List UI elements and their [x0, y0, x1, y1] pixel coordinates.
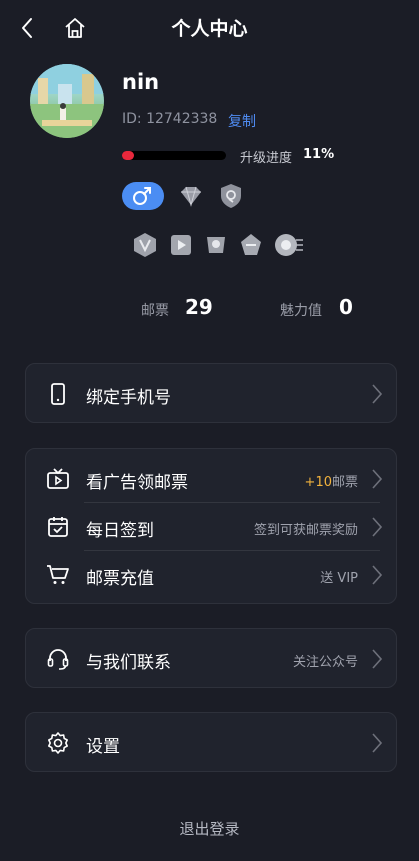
stamps-value: 29 — [185, 295, 213, 319]
level-progress-track — [122, 151, 226, 160]
recharge-label: 邮票充值 — [86, 569, 154, 589]
stamps-card: 看广告领邮票 +10邮票 每日签到 签到可获邮票奖励 邮票充值 送 VIP — [25, 448, 397, 604]
charm-label: 魅力值 — [280, 303, 322, 319]
medal-4-icon — [237, 231, 265, 259]
watch-ads-label: 看广告领邮票 — [86, 473, 188, 493]
chevron-right-icon — [370, 383, 384, 405]
watch-ads-reward: +10邮票 — [305, 471, 358, 490]
medal-3-icon — [202, 231, 230, 259]
chevron-right-icon — [370, 564, 384, 586]
medal-5-icon — [272, 231, 303, 259]
settings-card: 设置 — [25, 712, 397, 772]
stamps-label: 邮票 — [141, 303, 169, 319]
cart-icon — [46, 563, 70, 587]
charm-value: 0 — [339, 295, 353, 319]
contact-row[interactable]: 与我们联系 关注公众号 — [26, 635, 396, 683]
daily-checkin-row[interactable]: 每日签到 签到可获邮票奖励 — [26, 503, 396, 551]
gear-icon — [46, 731, 70, 755]
copy-id-button[interactable]: 复制 — [228, 111, 256, 131]
username: nin — [122, 70, 160, 94]
user-id: ID: 12742338 — [122, 111, 218, 127]
shield-icon — [218, 182, 244, 210]
watch-ads-row[interactable]: 看广告领邮票 +10邮票 — [26, 455, 396, 503]
watch-ads-reward-unit: 邮票 — [331, 475, 358, 490]
level-progress-label: 升级进度 — [240, 151, 293, 166]
bind-phone-label: 绑定手机号 — [86, 388, 171, 408]
headset-icon — [46, 647, 70, 671]
medal-1-icon — [131, 231, 159, 259]
chevron-right-icon — [370, 468, 384, 490]
male-gender-icon — [122, 182, 164, 210]
logout-button[interactable]: 退出登录 — [0, 818, 419, 839]
medal-2-icon — [167, 231, 195, 259]
daily-checkin-label: 每日签到 — [86, 521, 154, 541]
recharge-row[interactable]: 邮票充值 送 VIP — [26, 551, 396, 599]
contact-label: 与我们联系 — [86, 653, 171, 673]
contact-card: 与我们联系 关注公众号 — [25, 628, 397, 688]
level-progress-value: 11% — [303, 147, 335, 162]
tv-icon — [46, 467, 70, 491]
settings-label: 设置 — [86, 737, 120, 757]
bind-phone-card: 绑定手机号 — [25, 363, 397, 423]
contact-hint: 关注公众号 — [292, 655, 358, 670]
phone-icon — [46, 382, 70, 406]
avatar[interactable] — [30, 64, 104, 138]
daily-checkin-hint: 签到可获邮票奖励 — [253, 523, 358, 538]
page-title: 个人中心 — [171, 18, 248, 40]
watch-ads-reward-amount: +10 — [304, 475, 332, 490]
calendar-check-icon — [46, 515, 70, 539]
recharge-hint: 送 VIP — [320, 571, 358, 586]
settings-row[interactable]: 设置 — [26, 719, 396, 767]
bind-phone-row[interactable]: 绑定手机号 — [26, 370, 396, 418]
level-progress-fill — [122, 151, 134, 160]
chevron-right-icon — [370, 732, 384, 754]
diamond-icon — [178, 185, 204, 207]
chevron-right-icon — [370, 516, 384, 538]
chevron-right-icon — [370, 648, 384, 670]
